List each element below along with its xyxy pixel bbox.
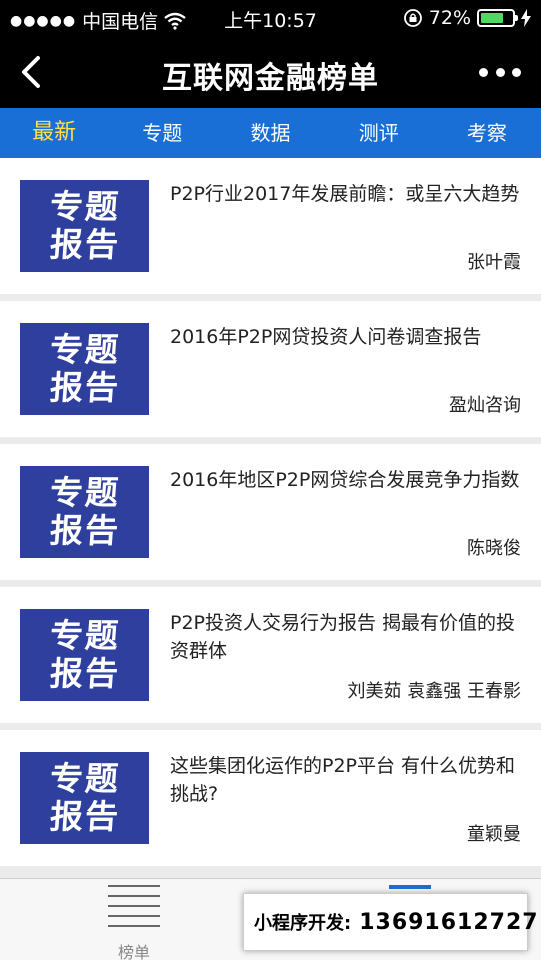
article-author: 陈晓俊 [467,538,521,559]
topic-report-thumbnail: 专题 报告 [20,180,149,272]
topic-report-thumbnail: 专题 报告 [20,323,149,415]
list-icon[interactable] [108,885,160,937]
tab-data[interactable]: 数据 [216,108,324,158]
status-bar: ●●●●● 中国电信 上午10:57 72% [0,0,541,36]
navigation-bar: 互联网金融榜单 [0,36,541,108]
promo-phone: 13691612727 [359,909,539,935]
page-title: 互联网金融榜单 [162,61,379,96]
article-title: 2016年P2P网贷投资人问卷调查报告 [170,326,482,348]
charging-bolt-icon [521,9,531,27]
topic-report-thumbnail: 专题 报告 [20,752,149,844]
battery-percent: 72% [428,7,471,29]
article-title: 2016年地区P2P网贷综合发展竞争力指数 [170,469,520,491]
promo-label: 小程序开发: [254,913,352,934]
article-title: P2P行业2017年发展前瞻：或呈六大趋势 [170,183,520,205]
list-item[interactable]: 专题 报告 P2P投资人交易行为报告 揭最有价值的投资群体 刘美茹 袁鑫强 王春… [0,587,541,723]
tab-reviews[interactable]: 测评 [325,108,433,158]
right-tab-icon[interactable] [389,885,431,889]
tab-inspection[interactable]: 考察 [433,108,541,158]
topic-report-thumbnail: 专题 报告 [20,609,149,701]
orientation-lock-icon [403,9,422,27]
bottom-tab-rankings-label[interactable]: 榜单 [108,939,160,960]
list-item[interactable]: 专题 报告 2016年地区P2P网贷综合发展竞争力指数 陈晓俊 [0,444,541,580]
article-author: 盈灿咨询 [449,395,521,416]
article-author: 张叶霞 [467,252,521,273]
list-item[interactable]: 专题 报告 这些集团化运作的P2P平台 有什么优势和挑战? 童颖曼 [0,730,541,866]
topic-report-thumbnail: 专题 报告 [20,466,149,558]
category-tabs: 最新 专题 数据 测评 考察 [0,108,541,158]
status-right: 72% [403,7,531,29]
article-list: 专题 报告 P2P行业2017年发展前瞻：或呈六大趋势 张叶霞 专题 报告 20… [0,158,541,873]
article-title: 这些集团化运作的P2P平台 有什么优势和挑战? [170,755,516,805]
list-item[interactable]: 专题 报告 2016年P2P网贷投资人问卷调查报告 盈灿咨询 [0,301,541,437]
article-author: 刘美茹 袁鑫强 王春影 [347,681,521,702]
article-author: 童颖曼 [467,824,521,845]
list-item[interactable]: 专题 报告 P2P行业2017年发展前瞻：或呈六大趋势 张叶霞 [0,158,541,294]
tab-topics[interactable]: 专题 [108,108,216,158]
more-options-icon[interactable] [479,60,521,84]
promo-banner[interactable]: 小程序开发: 13691612727 [243,893,538,951]
tab-latest[interactable]: 最新 [0,108,108,158]
article-title: P2P投资人交易行为报告 揭最有价值的投资群体 [170,612,516,662]
battery-icon [477,9,518,27]
